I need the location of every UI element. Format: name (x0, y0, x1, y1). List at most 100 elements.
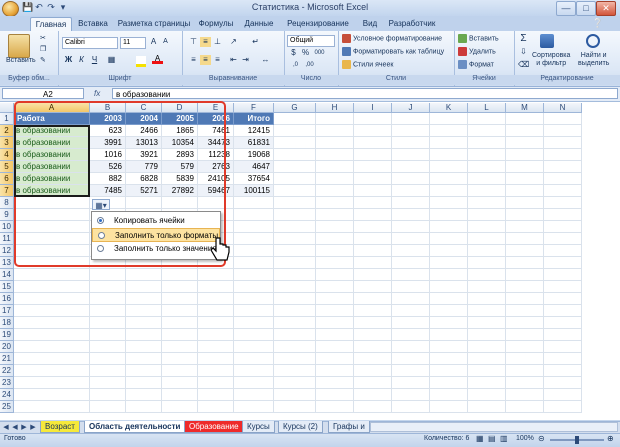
cell[interactable] (544, 185, 582, 197)
cell[interactable] (274, 305, 316, 317)
cell[interactable] (316, 245, 354, 257)
cell[interactable] (316, 197, 354, 209)
cell[interactable] (468, 341, 506, 353)
row-header-12[interactable]: 12 (0, 245, 14, 257)
cell[interactable] (354, 377, 392, 389)
cell[interactable] (126, 305, 162, 317)
select-all-corner[interactable] (0, 103, 14, 113)
cell[interactable] (162, 365, 198, 377)
cell[interactable] (354, 401, 392, 413)
cell[interactable] (468, 125, 506, 137)
cell[interactable] (126, 401, 162, 413)
cell[interactable] (506, 365, 544, 377)
cell[interactable] (468, 161, 506, 173)
cell[interactable] (354, 389, 392, 401)
cell[interactable] (274, 209, 316, 221)
cell[interactable] (392, 305, 430, 317)
cell[interactable] (354, 173, 392, 185)
cell[interactable] (198, 389, 234, 401)
cell[interactable] (544, 233, 582, 245)
cell[interactable] (506, 161, 544, 173)
cell[interactable] (90, 269, 126, 281)
page-break-view-icon[interactable]: ▥ (500, 434, 508, 443)
cell[interactable] (14, 341, 90, 353)
zoom-slider-thumb[interactable] (575, 436, 579, 444)
cell[interactable] (316, 281, 354, 293)
cell[interactable] (506, 233, 544, 245)
cell[interactable] (14, 293, 90, 305)
next-sheet-icon[interactable]: ▶ (20, 423, 28, 432)
cell[interactable] (198, 293, 234, 305)
cell[interactable] (162, 317, 198, 329)
cell[interactable] (506, 173, 544, 185)
cell[interactable] (430, 113, 468, 125)
table-cell[interactable]: 12415 (234, 125, 274, 137)
cell[interactable] (354, 305, 392, 317)
row-header-13[interactable]: 13 (0, 257, 14, 269)
cell[interactable] (234, 401, 274, 413)
cell[interactable] (430, 257, 468, 269)
cell[interactable] (274, 161, 316, 173)
cell[interactable] (198, 305, 234, 317)
cell[interactable] (392, 269, 430, 281)
cell[interactable] (274, 341, 316, 353)
cell[interactable] (354, 269, 392, 281)
column-header-f[interactable]: F (234, 103, 274, 113)
cell[interactable] (274, 293, 316, 305)
cell[interactable] (392, 149, 430, 161)
cell[interactable] (506, 209, 544, 221)
menu-item-fill-values[interactable]: Заполнить только значения (92, 242, 220, 256)
autofill-options-button[interactable]: ▦▾ (92, 199, 110, 210)
cell[interactable] (468, 293, 506, 305)
cell[interactable] (544, 257, 582, 269)
cell[interactable] (430, 269, 468, 281)
column-header-l[interactable]: L (468, 103, 506, 113)
cell[interactable] (544, 353, 582, 365)
cell[interactable] (468, 401, 506, 413)
cell[interactable] (468, 329, 506, 341)
cell[interactable] (544, 149, 582, 161)
cell[interactable] (274, 221, 316, 233)
cell[interactable] (544, 365, 582, 377)
cell[interactable] (234, 281, 274, 293)
cell[interactable] (506, 317, 544, 329)
cell[interactable] (544, 377, 582, 389)
cell[interactable] (430, 221, 468, 233)
cell[interactable] (162, 341, 198, 353)
cell[interactable] (468, 257, 506, 269)
cell[interactable] (316, 341, 354, 353)
cell[interactable] (198, 365, 234, 377)
cell[interactable] (544, 389, 582, 401)
cell[interactable] (126, 389, 162, 401)
table-cell[interactable]: 61831 (234, 137, 274, 149)
cell[interactable] (234, 305, 274, 317)
cell[interactable] (316, 305, 354, 317)
cell[interactable] (544, 281, 582, 293)
cell[interactable] (90, 377, 126, 389)
cell[interactable] (316, 137, 354, 149)
cell[interactable] (354, 125, 392, 137)
cell[interactable] (90, 401, 126, 413)
cell[interactable] (234, 377, 274, 389)
cell[interactable] (316, 377, 354, 389)
cell[interactable] (274, 137, 316, 149)
cell[interactable] (506, 125, 544, 137)
cell[interactable] (544, 209, 582, 221)
row-header-20[interactable]: 20 (0, 341, 14, 353)
cell[interactable] (90, 281, 126, 293)
cell[interactable] (354, 365, 392, 377)
cell[interactable] (392, 209, 430, 221)
cell[interactable] (234, 245, 274, 257)
cell[interactable] (468, 269, 506, 281)
cell[interactable] (274, 329, 316, 341)
cell[interactable] (126, 365, 162, 377)
cell[interactable] (316, 209, 354, 221)
page-layout-view-icon[interactable]: ▤ (488, 434, 496, 443)
cell[interactable] (14, 317, 90, 329)
cell[interactable] (430, 125, 468, 137)
cell[interactable] (274, 257, 316, 269)
cell[interactable] (14, 377, 90, 389)
cell[interactable] (392, 329, 430, 341)
cell[interactable] (392, 353, 430, 365)
cell[interactable] (468, 113, 506, 125)
